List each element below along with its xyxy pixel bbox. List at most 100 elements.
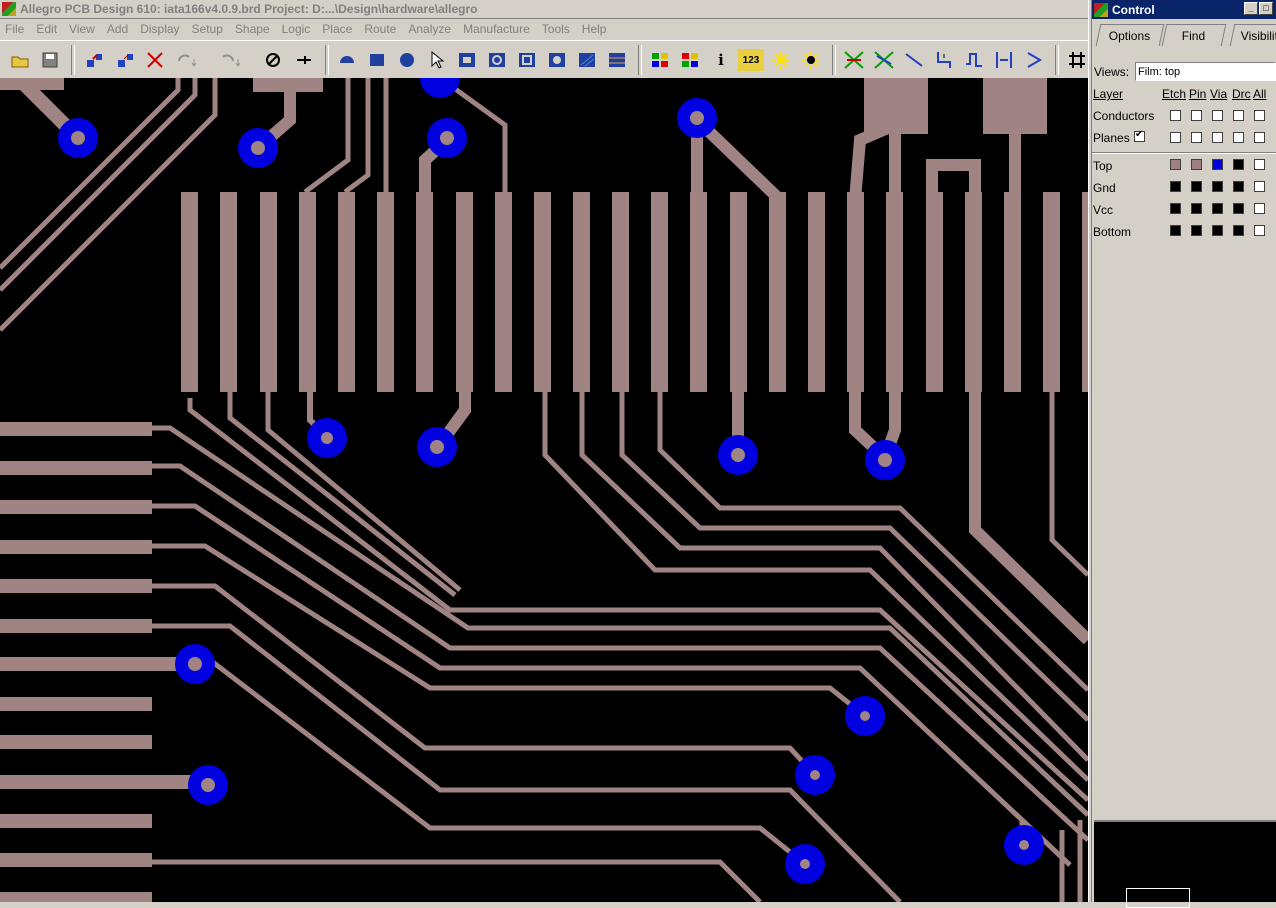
delete-icon[interactable]	[142, 47, 168, 73]
shape-icon[interactable]	[454, 47, 480, 73]
slide-icon[interactable]	[931, 47, 957, 73]
conductors-via-checkbox[interactable]	[1212, 110, 1223, 121]
round-icon[interactable]	[544, 47, 570, 73]
frame-icon[interactable]	[514, 47, 540, 73]
bottom-via-swatch[interactable]	[1212, 225, 1223, 236]
gnd-via-swatch[interactable]	[1212, 181, 1223, 192]
grid-icon[interactable]	[1064, 47, 1090, 73]
fanout-icon[interactable]	[1021, 47, 1047, 73]
allegro-app-icon[interactable]	[2, 2, 16, 16]
world-view-window[interactable]	[1094, 820, 1276, 908]
vcc-drc-swatch[interactable]	[1233, 203, 1244, 214]
hatch-icon[interactable]	[574, 47, 600, 73]
vcc-all-checkbox[interactable]	[1254, 203, 1265, 214]
menu-logic[interactable]: Logic	[277, 22, 318, 36]
top-etch-swatch[interactable]	[1170, 159, 1181, 170]
column-all: All	[1253, 87, 1267, 101]
pad	[847, 192, 864, 392]
spread-icon[interactable]	[991, 47, 1017, 73]
planes-pin-checkbox[interactable]	[1191, 132, 1202, 143]
delay-tune-icon[interactable]	[961, 47, 987, 73]
menu-view[interactable]: View	[64, 22, 102, 36]
unratsnest-icon[interactable]	[871, 47, 897, 73]
color-icon[interactable]	[647, 47, 673, 73]
copy-icon[interactable]	[113, 47, 139, 73]
conductors-etch-checkbox[interactable]	[1170, 110, 1181, 121]
gnd-drc-swatch[interactable]	[1233, 181, 1244, 192]
rotate-icon[interactable]	[484, 47, 510, 73]
menu-edit[interactable]: Edit	[31, 22, 64, 36]
save-icon[interactable]	[37, 47, 63, 73]
pad	[730, 192, 747, 392]
info-icon[interactable]: i	[708, 47, 734, 73]
measure-icon[interactable]: 123	[738, 49, 764, 71]
menu-analyze[interactable]: Analyze	[403, 22, 458, 36]
maximize-icon[interactable]: □	[1259, 2, 1273, 15]
undo-icon[interactable]	[174, 47, 200, 73]
menu-help[interactable]: Help	[577, 22, 614, 36]
tab-find[interactable]: Find	[1161, 24, 1227, 46]
conductors-all-checkbox[interactable]	[1254, 110, 1265, 121]
conductors-drc-checkbox[interactable]	[1233, 110, 1244, 121]
planes-etch-checkbox[interactable]	[1170, 132, 1181, 143]
pad	[1004, 192, 1021, 392]
pin-icon[interactable]	[291, 47, 317, 73]
planes-checkbox[interactable]	[1134, 129, 1145, 142]
gnd-all-checkbox[interactable]	[1254, 181, 1265, 192]
gnd-pin-swatch[interactable]	[1191, 181, 1202, 192]
planes-via-checkbox[interactable]	[1212, 132, 1223, 143]
tab-options[interactable]: Options	[1095, 24, 1165, 46]
open-icon[interactable]	[7, 47, 33, 73]
select-icon[interactable]	[424, 47, 450, 73]
bottom-all-checkbox[interactable]	[1254, 225, 1265, 236]
menu-place[interactable]: Place	[317, 22, 359, 36]
minimize-icon[interactable]: _	[1244, 2, 1258, 15]
bottom-etch-swatch[interactable]	[1170, 225, 1181, 236]
arc-icon[interactable]	[334, 47, 360, 73]
menu-setup[interactable]: Setup	[187, 22, 230, 36]
rect-icon[interactable]	[364, 47, 390, 73]
planes-drc-checkbox[interactable]	[1233, 132, 1244, 143]
menu-display[interactable]: Display	[135, 22, 186, 36]
highlight-icon[interactable]	[768, 47, 794, 73]
move-icon[interactable]	[82, 47, 108, 73]
redo-icon[interactable]	[218, 47, 244, 73]
route-icon[interactable]	[901, 47, 927, 73]
menu-route[interactable]: Route	[359, 22, 403, 36]
dehighlight-icon[interactable]	[798, 47, 824, 73]
control-panel-title-bar[interactable]: Control _ □	[1092, 0, 1276, 19]
planes-all-checkbox[interactable]	[1254, 132, 1265, 143]
pad	[0, 892, 152, 902]
menu-file[interactable]: File	[0, 22, 31, 36]
top-via-swatch[interactable]	[1212, 159, 1223, 170]
tab-visibility[interactable]: Visibility	[1229, 24, 1276, 46]
trace	[150, 583, 817, 777]
bottom-pin-swatch[interactable]	[1191, 225, 1202, 236]
via-drill	[690, 111, 704, 125]
assign-color-icon[interactable]	[677, 47, 703, 73]
top-drc-swatch[interactable]	[1233, 159, 1244, 170]
pcb-design-canvas[interactable]	[0, 78, 1088, 902]
vcc-via-swatch[interactable]	[1212, 203, 1223, 214]
grid-block-icon[interactable]	[604, 47, 630, 73]
top-all-checkbox[interactable]	[1254, 159, 1265, 170]
top-pin-swatch[interactable]	[1191, 159, 1202, 170]
ratsnest-icon[interactable]	[841, 47, 867, 73]
vcc-etch-swatch[interactable]	[1170, 203, 1181, 214]
menu-shape[interactable]: Shape	[230, 22, 277, 36]
fix-icon[interactable]	[260, 47, 286, 73]
pad	[965, 192, 982, 392]
menu-tools[interactable]: Tools	[537, 22, 577, 36]
board-view[interactable]	[0, 78, 1088, 902]
viewport-rectangle[interactable]	[1126, 888, 1190, 908]
menu-add[interactable]: Add	[102, 22, 135, 36]
circle-icon[interactable]	[394, 47, 420, 73]
vcc-pin-swatch[interactable]	[1191, 203, 1202, 214]
trace	[303, 78, 351, 195]
pad	[0, 619, 152, 633]
menu-manufacture[interactable]: Manufacture	[458, 22, 537, 36]
bottom-drc-swatch[interactable]	[1233, 225, 1244, 236]
gnd-etch-swatch[interactable]	[1170, 181, 1181, 192]
views-dropdown[interactable]: Film: top	[1135, 62, 1276, 81]
conductors-pin-checkbox[interactable]	[1191, 110, 1202, 121]
